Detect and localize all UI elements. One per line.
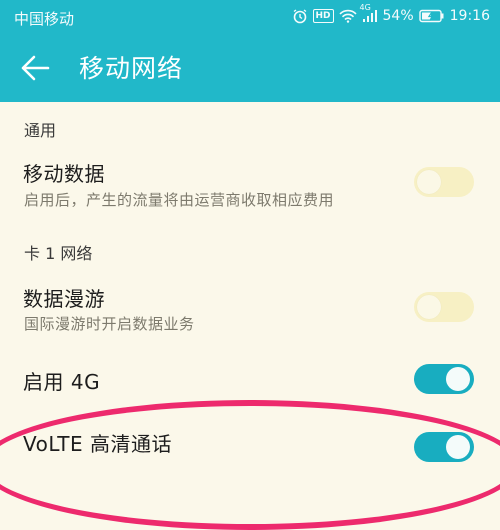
alarm-icon (292, 8, 308, 24)
mobile-data-subtitle: 启用后，产生的流量将由运营商收取相应费用 (24, 191, 335, 209)
section-header-card1: 卡 1 网络 (24, 244, 93, 263)
page-title: 移动网络 (79, 54, 184, 83)
enable-4g-toggle[interactable] (414, 364, 474, 394)
toggle-knob (446, 435, 470, 459)
status-icons: HD 4G 54% 19:16 (292, 3, 490, 24)
battery-percent: 54% (382, 8, 414, 24)
back-button[interactable] (18, 52, 52, 84)
enable-4g-title: 启用 4G (23, 370, 101, 394)
wifi-icon (338, 9, 357, 23)
roaming-toggle[interactable] (414, 292, 474, 322)
roaming-title: 数据漫游 (23, 287, 105, 311)
setting-row-volte[interactable]: VoLTE 高清通话 (0, 418, 500, 462)
setting-row-roaming[interactable]: 数据漫游 国际漫游时开启数据业务 (0, 274, 500, 344)
back-arrow-icon (18, 55, 52, 88)
setting-row-mobile-data[interactable]: 移动数据 启用后，产生的流量将由运营商收取相应费用 (0, 150, 500, 220)
battery-charging-icon (418, 9, 445, 23)
volte-toggle[interactable] (414, 432, 474, 462)
toggle-knob (417, 295, 441, 319)
roaming-subtitle: 国际漫游时开启数据业务 (24, 315, 195, 333)
toggle-knob (446, 367, 470, 391)
toggle-knob (417, 170, 441, 194)
hd-icon: HD (312, 9, 334, 23)
mobile-data-toggle[interactable] (414, 167, 474, 197)
network-type-label: 4G (359, 3, 371, 12)
setting-row-enable-4g[interactable]: 启用 4G (0, 350, 500, 406)
status-bar: 中国移动 HD 4G 54% 19:16 (0, 0, 500, 34)
section-header-general: 通用 (24, 121, 57, 140)
app-toolbar: 移动网络 (0, 34, 500, 102)
clock-time: 19:16 (449, 8, 490, 24)
signal-icon: 4G (360, 3, 378, 23)
mobile-data-title: 移动数据 (23, 162, 105, 186)
carrier-name: 中国移动 (14, 10, 75, 28)
